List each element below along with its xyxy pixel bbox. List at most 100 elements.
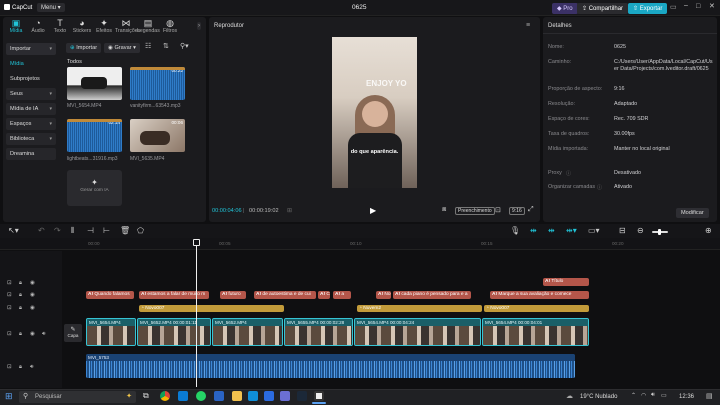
playhead-handle[interactable] [193, 239, 200, 246]
track-header-icon[interactable]: ⊡ [7, 305, 12, 311]
video-clip[interactable]: MVI_5652.MP4 00:00:01:11 [137, 318, 211, 346]
play-icon[interactable]: ▶ [370, 206, 376, 215]
filter-icon[interactable]: ⚲▾ [180, 42, 189, 50]
eye-icon[interactable]: ◉ [30, 280, 35, 286]
lock-icon[interactable]: 🔒︎ [19, 292, 22, 299]
whatsapp-icon[interactable] [196, 391, 206, 401]
title-clip[interactable]: A! Título [543, 278, 589, 286]
minimize-icon[interactable]: – [684, 2, 688, 9]
text-clip[interactable]: A! Cd [318, 291, 330, 299]
windows-start-icon[interactable]: ⊞ [5, 391, 13, 402]
app-icon[interactable] [280, 391, 290, 401]
sticker-clip[interactable]: ◔ Novo007 [139, 305, 284, 312]
undo-icon[interactable]: ↶ [38, 226, 45, 235]
delete-icon[interactable]: 🗑 [120, 226, 130, 235]
import-button[interactable]: ⊕ Importar [66, 43, 102, 53]
network-icon[interactable]: ◠ [641, 392, 646, 399]
audio-clip[interactable]: MVI_5753 [86, 354, 575, 378]
file-explorer-icon[interactable] [232, 391, 242, 401]
pro-badge[interactable]: ◆ Pro [552, 3, 578, 14]
text-clip[interactable]: A! cada piano é pensado para e a [393, 291, 471, 299]
sidebar-item-import[interactable]: Importar ▾ [6, 43, 56, 55]
share-button[interactable]: ⇪ Compartilhar [577, 3, 629, 14]
fullscreen-icon[interactable]: ⤢ [528, 206, 534, 214]
fill-icon[interactable]: ⧈ [442, 206, 446, 214]
video-clip[interactable]: MVI_5652.MP4 [212, 318, 283, 346]
layout-icon[interactable]: ▭ [670, 3, 677, 11]
volume-icon[interactable]: 🔊︎ [30, 364, 33, 371]
eye-icon[interactable]: ◉ [30, 292, 35, 298]
tray-chevron-icon[interactable]: ⌃ [631, 392, 636, 399]
text-clip[interactable]: A! Marque a sua avaliação e comece [490, 291, 589, 299]
track-header-icon[interactable]: ⊡ [7, 292, 12, 298]
auto-reframe-icon[interactable]: ⊟ [619, 226, 626, 235]
microphone-icon[interactable]: 🎙 [510, 226, 520, 235]
text-clip[interactable]: A! a [333, 291, 351, 299]
sticker-clip[interactable]: ◔ Novo007 [484, 305, 589, 312]
search-box[interactable]: ⚲ Pesquisar ✦ [19, 391, 136, 403]
marker-icon[interactable]: ⬠ [137, 226, 144, 235]
menu-button[interactable]: Menu ▾ [37, 3, 65, 12]
track-header-icon[interactable]: ⊡ [7, 364, 12, 370]
lock-icon[interactable]: 🔒︎ [19, 364, 22, 371]
cover-button[interactable]: ✎ Capa [64, 324, 82, 342]
app-icon[interactable] [214, 391, 224, 401]
sticker-clip[interactable]: ◔ Nuvem2 [357, 305, 482, 312]
sidebar-item-library[interactable]: Biblioteca ▾ [6, 133, 56, 145]
player-menu-icon[interactable]: ≡ [526, 22, 530, 29]
notification-icon[interactable]: ▤ [706, 392, 713, 400]
video-preview[interactable]: ENJOY YO do que aparência. [332, 37, 417, 188]
sidebar-item-media[interactable]: Mídia [6, 58, 56, 70]
battery-icon[interactable]: ▭ [661, 392, 667, 399]
preview-axis-icon[interactable]: ⇹▾ [566, 226, 577, 235]
split-icon[interactable]: ⫴ [71, 226, 74, 236]
select-cursor-icon[interactable]: ↖▾ [8, 226, 19, 235]
close-icon[interactable]: ✕ [709, 2, 715, 10]
export-button[interactable]: ⇧ Exportar [628, 3, 668, 14]
link-icon[interactable]: ⇹ [530, 226, 537, 235]
sidebar-item-spaces[interactable]: Espaços ▾ [6, 118, 56, 130]
ai-generate-tile[interactable]: ✦ Gerar com IA [67, 170, 122, 206]
vscode-icon[interactable] [264, 391, 274, 401]
screenshot-icon[interactable]: ⊡ [495, 206, 501, 214]
text-clip[interactable]: A! No [376, 291, 391, 299]
steam-icon[interactable] [297, 391, 307, 401]
tab-text[interactable]: T Texto [49, 18, 71, 36]
record-button[interactable]: ◉ Gravar ▾ [104, 43, 140, 53]
text-clip[interactable]: A! Quando falamos [86, 291, 134, 299]
media-thumb-4[interactable]: 00:06 [130, 119, 185, 152]
lock-icon[interactable]: 🔒︎ [19, 280, 22, 287]
sidebar-item-ai-media[interactable]: Mídia de IA ▾ [6, 103, 56, 115]
speaker-icon[interactable]: 🔊︎ [651, 392, 655, 399]
maximize-icon[interactable]: □ [696, 3, 700, 10]
split-right-icon[interactable]: ⊢ [103, 226, 110, 235]
sidebar-item-yours[interactable]: Seus ▾ [6, 88, 56, 100]
sort-icon[interactable]: ⇅ [163, 42, 169, 50]
video-clip[interactable]: MVI_5654.MP4 [86, 318, 136, 346]
tab-filters[interactable]: ◍ Filtros [159, 18, 181, 36]
magnet-icon[interactable]: ⇹ [548, 226, 555, 235]
volume-icon[interactable]: 🔊︎ [42, 331, 45, 338]
track-header-icon[interactable]: ⊡ [7, 331, 12, 337]
lock-icon[interactable]: 🔒︎ [19, 305, 22, 312]
zoom-out-icon[interactable]: ⊖ [637, 226, 644, 235]
video-clip[interactable]: MVI_5654.MP4 00:00:04:24 [354, 318, 481, 346]
zoom-fit-icon[interactable]: ⊕ [705, 226, 712, 235]
tab-captions[interactable]: ▤ Legendas [137, 18, 160, 36]
grid-view-icon[interactable]: ☷ [145, 42, 151, 50]
tab-audio[interactable]: ◔ Áudio [27, 18, 49, 36]
timeline-mode-icon[interactable]: ⊞ [287, 207, 292, 214]
video-clip[interactable]: MVI_5654.MP4 00:00:04:01 [482, 318, 589, 346]
media-thumb-1[interactable] [67, 67, 122, 100]
app-icon[interactable] [178, 391, 188, 401]
modify-button[interactable]: Modificar [676, 208, 709, 218]
split-left-icon[interactable]: ⊣ [87, 226, 94, 235]
fill-mode-button[interactable]: Preenchimento [455, 207, 495, 215]
chrome-icon[interactable] [160, 391, 170, 401]
sidebar-item-subprojects[interactable]: Subprojetos [6, 73, 56, 85]
text-clip[interactable]: A! estamos a falar de muito m [139, 291, 209, 299]
task-view-icon[interactable]: ⧉ [143, 391, 149, 401]
media-thumb-2[interactable]: 00:22 [130, 67, 185, 100]
text-clip[interactable]: A! futuro [220, 291, 246, 299]
sidebar-item-dreamina[interactable]: Dreamina [6, 148, 56, 160]
